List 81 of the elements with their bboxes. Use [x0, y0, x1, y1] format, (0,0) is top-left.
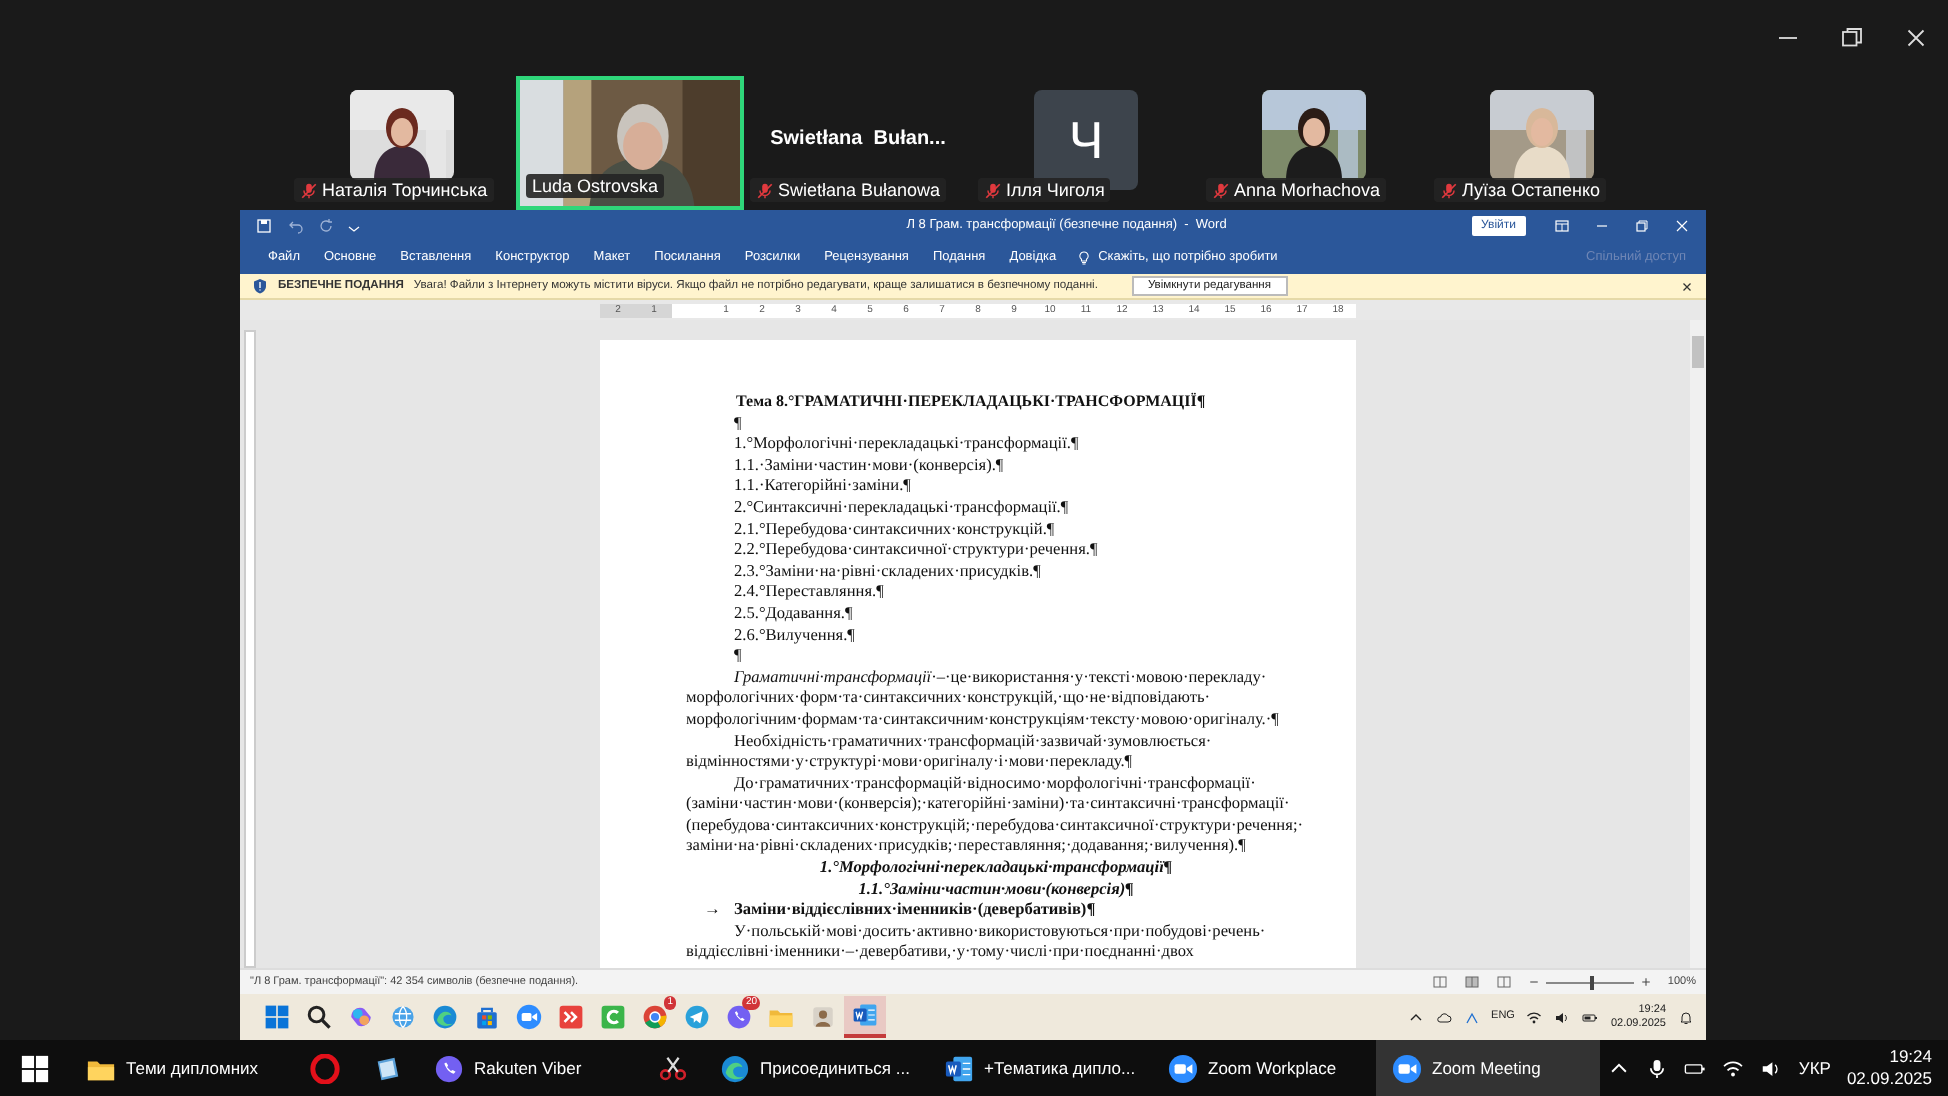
outline-line: 1.1.·Заміни·частин·мови·(конверсія).¶ [732, 455, 1006, 477]
participant-name-label: Anna Morhachova [1206, 178, 1387, 202]
bold-subheading: Заміни·віддієслівних·іменників·(девербативів)¶ [734, 900, 1096, 922]
chevron-up-icon[interactable] [1407, 1009, 1424, 1025]
section-heading: 1.°Морфологічні·перекладацькі·трансформації¶ [817, 858, 1175, 880]
globe-icon [390, 1004, 416, 1030]
scrollbar[interactable] [1690, 320, 1706, 968]
restore-icon[interactable] [1840, 26, 1864, 50]
edge-icon [432, 1004, 458, 1030]
bell-icon[interactable] [1678, 1009, 1694, 1025]
outline-line: 1.°Морфологічні·перекладацькі·трансформації.¶ [732, 434, 1081, 456]
ring-icon [310, 1053, 340, 1083]
taskbar-button[interactable]: Теми дипломних [70, 1040, 294, 1096]
ribbon-icon[interactable] [1553, 218, 1570, 234]
slider-thumb[interactable] [1589, 975, 1594, 989]
lightbulb-icon [1076, 250, 1093, 266]
paper-plane-icon [684, 1004, 710, 1030]
taskbar-button[interactable]: +Тематика дипло... [928, 1040, 1152, 1096]
taskbar-button[interactable]: Rakuten Viber [418, 1040, 642, 1096]
close-icon[interactable] [1680, 279, 1694, 293]
volume-icon[interactable] [1554, 1009, 1571, 1025]
section-heading: 1.1.°Заміни·частин·мови·(конверсія)¶ [856, 879, 1136, 901]
print-layout-icon[interactable] [1463, 974, 1480, 990]
paragraph: У·польській·мові·досить·активно·використовуються·при·побудові·речень·віддієслівні·іменники·–·девербативи,·у·тому·числі·при·поєднанні·двох [686, 921, 1268, 965]
chrome-icon [642, 1004, 668, 1030]
person-app-icon [810, 1004, 836, 1030]
edge-icon [720, 1053, 750, 1083]
taskbar-button[interactable]: Присоединиться ... [704, 1040, 928, 1096]
volume-icon[interactable] [1760, 1057, 1783, 1079]
microphone-icon[interactable] [1646, 1057, 1669, 1079]
camera-icon [1168, 1053, 1198, 1083]
clock[interactable]: 19:24 02.09.2025 [1846, 1046, 1932, 1090]
language-indicator[interactable]: УКР [1798, 1055, 1831, 1081]
scissors-icon [658, 1053, 688, 1083]
battery-icon[interactable] [1582, 1009, 1599, 1025]
phone-bubble-icon [726, 1004, 752, 1030]
outline-line: 2.3.°Заміни·на·рівні·складених·присудків.¶ [732, 561, 1043, 583]
notebook-icon [372, 1053, 402, 1083]
outline-line: 2.5.°Додавання.¶ [732, 603, 855, 626]
taskbar-button[interactable]: Zoom Meeting [1376, 1040, 1600, 1096]
outline-line: 2.°Синтаксичні·перекладацькі·трансформації.¶ [732, 497, 1071, 520]
cloud-icon[interactable] [1435, 1009, 1452, 1025]
outline-line: 2.6.°Вилучення.¶ [732, 625, 857, 647]
windows-icon [264, 1004, 290, 1030]
store-icon [474, 1004, 500, 1030]
camera-icon [1392, 1053, 1422, 1083]
outline-line: 2.4.°Переставляння.¶ [732, 582, 886, 604]
document-heading: Тема 8.°ГРАМАТИЧНІ·ПЕРЕКЛАДАЦЬКІ·ТРАНСФОРМАЦІЇ¶ [734, 392, 1208, 414]
participant-name-label: Luda Ostrovska [526, 174, 665, 198]
outline-line: 1.1.·Категорійні·заміни.¶ [732, 476, 913, 498]
minus-icon[interactable] [1527, 976, 1540, 988]
taskbar-button[interactable]: Zoom Workplace [1152, 1040, 1376, 1096]
plus-icon[interactable] [1639, 976, 1652, 988]
square-app-icon [600, 1004, 626, 1030]
outline-line: 2.2.°Перебудова·синтаксичної·структури·речення.¶ [732, 540, 1100, 562]
outline-line: 2.1.°Перебудова·синтаксичних·конструкцій.¶ [732, 519, 1057, 541]
shield-icon [252, 278, 268, 294]
camera-icon [516, 1004, 542, 1030]
windows-icon [20, 1053, 50, 1083]
web-layout-icon[interactable] [1495, 974, 1512, 990]
wifi-icon[interactable] [1722, 1057, 1745, 1079]
wifi-icon[interactable] [1526, 1009, 1543, 1025]
redo-icon[interactable] [318, 218, 334, 234]
tab-arrow: → [702, 900, 723, 922]
outline-line: ¶ [732, 413, 744, 435]
document-icon [852, 1002, 878, 1028]
document-icon [944, 1053, 974, 1083]
save-icon[interactable] [256, 218, 272, 234]
swirl-icon [348, 1004, 374, 1030]
read-mode-icon[interactable] [1431, 974, 1448, 990]
participant-name-label: Ілля Чиголя [978, 178, 1111, 202]
participant-name-label: Swietłana Bułanowa [750, 178, 947, 202]
arrows-icon [558, 1004, 584, 1030]
phone-bubble-icon [434, 1053, 464, 1083]
participant-name-label: Луїза Остапенко [1434, 178, 1607, 202]
outline-line: ¶ [732, 646, 744, 668]
network-icon[interactable] [1463, 1009, 1480, 1025]
display-name: Swietłana Bułan... [770, 128, 946, 152]
participant-name-label: Наталія Торчинська [294, 178, 494, 202]
search-icon [306, 1004, 332, 1030]
undo-icon[interactable] [288, 218, 304, 234]
